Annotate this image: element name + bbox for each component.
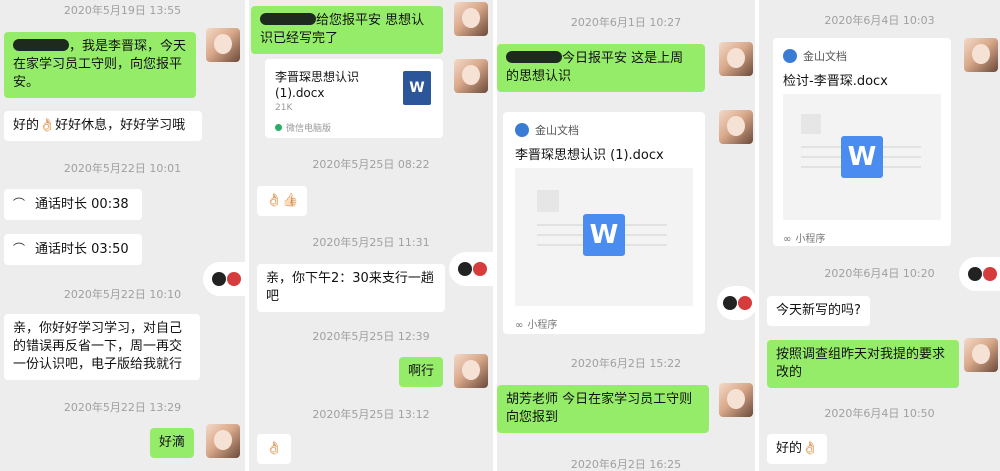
kingsoft-docs-icon [515,123,529,137]
timestamp: 2020年6月4日 10:50 [824,407,935,420]
avatar [719,110,753,144]
timestamp: 2020年5月22日 10:01 [63,162,182,175]
avatar [206,28,240,62]
mini-program-card[interactable]: 金山文档 李晋琛思想认识 (1).docx W ∞ 小程序 [503,112,705,334]
timestamp: 2020年6月4日 10:03 [824,14,935,27]
chat-panel-4: 2020年6月4日 10:03 金山文档 检讨-李晋琛.docx W ∞ 小程序 … [759,0,1000,471]
message-bubble[interactable]: 胡芳老师 今日在家学习员工守则 向您报到 [497,385,709,433]
avatar [454,2,488,36]
timestamp: 2020年5月19日 13:55 [63,4,182,17]
file-source: 微信电脑版 [275,121,331,134]
timestamp: 2020年5月25日 08:22 [312,158,430,171]
card-app-name: 金山文档 [515,122,579,138]
card-title: 检讨-李晋琛.docx [783,74,888,89]
mini-program-icon: ∞ [515,320,524,331]
phone-icon: ⌒ [13,197,26,211]
message-bubble[interactable]: 今日报平安 这是上周的思想认识 [497,44,705,92]
mini-program-card[interactable]: 金山文档 检讨-李晋琛.docx W ∞ 小程序 [773,38,951,246]
card-title: 李晋琛思想认识 (1).docx [515,148,664,163]
message-bubble[interactable]: 好的👌🏻好好休息，好好学习哦 [4,111,202,141]
message-bubble[interactable]: 今天新写的吗? [767,296,870,326]
avatar [719,383,753,417]
message-bubble[interactable]: 👌🏻 [257,434,292,464]
message-bubble[interactable]: 好的👌🏻 [767,434,828,464]
chat-panel-2: 给您报平安 思想认识已经写完了 李晋琛思想认识(1).docx 21K W 微信… [249,0,493,471]
message-bubble[interactable]: 好滴 [150,428,195,458]
message-bubble[interactable]: 按照调查组昨天对我提的要求改的 [767,340,959,388]
phone-icon: ⌒ [13,242,26,256]
avatar [964,338,998,372]
call-record[interactable]: ⌒ 通话时长 00:38 [4,189,142,220]
wps-writer-icon: W [841,136,883,178]
file-name: 李晋琛思想认识(1).docx [275,70,360,100]
message-bubble[interactable]: 亲，你下午2：30来支行一趟吧 [257,264,445,312]
floating-window-button[interactable] [717,286,755,320]
call-record[interactable]: ⌒ 通话时长 03:50 [4,234,142,265]
doc-preview: W [783,94,941,220]
timestamp: 2020年6月1日 10:27 [570,16,682,29]
timestamp: 2020年5月25日 11:31 [312,236,430,249]
word-file-icon: W [403,71,431,105]
file-size: 21K [275,103,293,113]
timestamp: 2020年5月22日 13:29 [63,401,182,414]
message-bubble[interactable]: 啊行 [399,357,444,387]
timestamp: 2020年6月2日 15:22 [570,357,682,370]
timestamp: 2020年5月25日 13:12 [312,408,430,421]
avatar [454,59,488,93]
timestamp: 2020年5月25日 12:39 [312,330,430,343]
redacted-name [260,13,316,25]
avatar [206,424,240,458]
redacted-name [13,39,69,51]
chat-panel-3: 2020年6月1日 10:27 今日报平安 这是上周的思想认识 金山文档 李晋琛… [497,0,755,471]
card-app-name: 金山文档 [783,48,847,64]
floating-window-button[interactable] [959,257,1000,291]
floating-window-button[interactable] [203,262,245,296]
message-bubble[interactable]: ，我是李晋琛，今天在家学习员工守则，向您报平安。 [4,32,196,98]
mini-program-icon: ∞ [783,234,792,245]
card-footer: ∞ 小程序 [515,320,558,331]
floating-window-button[interactable] [449,252,493,286]
card-footer: ∞ 小程序 [783,234,826,245]
timestamp: 2020年6月2日 16:25 [570,458,682,471]
wps-writer-icon: W [583,214,625,256]
file-card[interactable]: 李晋琛思想认识(1).docx 21K W 微信电脑版 [265,59,443,138]
chat-panel-1: 2020年5月19日 13:55 ，我是李晋琛，今天在家学习员工守则，向您报平安… [0,0,245,471]
avatar [454,354,488,388]
message-bubble[interactable]: 亲，你好好学习学习，对自己的错误再反省一下，周一再交一份认识吧，电子版给我就行 [4,314,200,380]
kingsoft-docs-icon [783,49,797,63]
wechat-pc-icon [275,124,282,131]
message-bubble[interactable]: 👌🏻👍🏻 [257,186,308,216]
redacted-name [506,51,562,63]
avatar [719,42,753,76]
message-bubble[interactable]: 给您报平安 思想认识已经写完了 [251,6,443,54]
doc-preview: W [515,168,693,306]
avatar [964,38,998,72]
